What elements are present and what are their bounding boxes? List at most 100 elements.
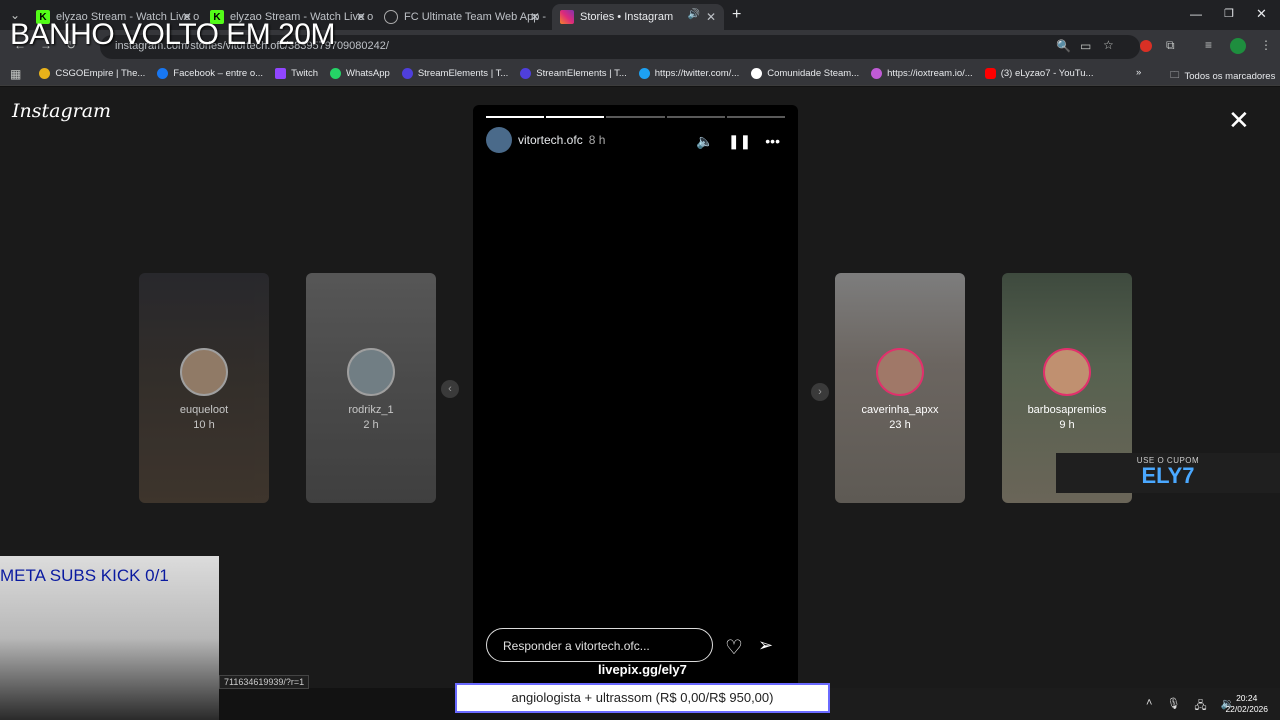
story-progress-bars <box>486 116 786 118</box>
coupon-code: ELY7 <box>1141 463 1195 488</box>
close-tab-icon[interactable]: ✕ <box>356 10 366 24</box>
folder-icon: 🗀 <box>1170 70 1180 81</box>
story-time: 23 h <box>889 419 911 431</box>
ioxtream-icon <box>871 68 883 79</box>
bookmark-item[interactable]: https://twitter.com/... <box>638 68 740 79</box>
story-time: 2 h <box>363 419 379 431</box>
all-bookmarks-folder[interactable]: 🗀 Todos os marcadores <box>1170 68 1275 84</box>
heart-icon[interactable]: ♡ <box>725 635 743 660</box>
avatar <box>1043 348 1091 396</box>
next-story-button[interactable]: › <box>811 383 829 401</box>
story-preview-rodrikz[interactable]: rodrikz_1 2 h <box>306 273 436 503</box>
story-username[interactable]: vitortech.ofc <box>518 133 583 147</box>
bookmark-label: CSGOEmpire | The... <box>55 68 146 79</box>
progress-segment <box>606 116 665 118</box>
cast-icon[interactable]: ▭ <box>1080 39 1091 53</box>
tab-title: FC Ultimate Team Web App - E <box>404 11 548 23</box>
story-username: barbosapremios <box>1027 404 1107 416</box>
bookmark-label: https://twitter.com/... <box>654 68 740 79</box>
extension-red-icon[interactable] <box>1140 40 1152 52</box>
streamelements-icon <box>401 68 413 79</box>
menu-kebab-icon[interactable]: ⋮ <box>1260 38 1272 52</box>
csgoempire-icon <box>39 68 51 79</box>
instagram-icon <box>560 10 574 24</box>
story-time: 10 h <box>193 419 215 431</box>
apps-grid-icon[interactable]: ▦ <box>10 67 21 81</box>
story-preview-caverinha[interactable]: caverinha_apxx 23 h <box>835 273 965 503</box>
new-tab-button[interactable]: + <box>732 6 741 24</box>
reading-list-icon[interactable]: ≡ <box>1205 38 1212 52</box>
clock-date: 22/02/2026 <box>1225 704 1268 714</box>
more-bookmarks-icon[interactable]: » <box>1136 67 1141 78</box>
tab-instagram-stories[interactable]: Stories • Instagram 🔊 ✕ <box>552 4 724 30</box>
bookmarks-bar: ▦ CSGOEmpire | The... Facebook – entre o… <box>0 62 1280 86</box>
close-tab-icon[interactable]: ✕ <box>530 10 540 24</box>
bookmark-label: StreamElements | T... <box>417 68 509 79</box>
bookmark-label: Facebook – entre o... <box>173 68 264 79</box>
bookmark-label: (3) eLyzao7 - YouTu... <box>1000 68 1094 79</box>
twitter-icon <box>638 68 650 79</box>
whatsapp-icon <box>330 68 341 79</box>
progress-segment <box>726 116 786 118</box>
microphone-icon[interactable]: 🎙 <box>1166 697 1180 716</box>
bookmark-label: https://ioxtream.io/... <box>887 68 973 79</box>
volume-icon[interactable]: 🔈 <box>696 133 713 150</box>
bookmark-label: WhatsApp <box>346 68 390 79</box>
bookmark-item[interactable]: CSGOEmpire | The... <box>39 68 145 79</box>
clock-time: 20:24 <box>1236 693 1258 703</box>
twitch-icon <box>275 68 287 79</box>
story-time: 8 h <box>588 133 606 147</box>
avatar[interactable] <box>486 127 512 153</box>
restore-icon[interactable]: ❐ <box>1224 7 1234 20</box>
facebook-icon <box>157 68 169 79</box>
bookmark-item[interactable]: Comunidade Steam... <box>751 68 859 79</box>
story-header: vitortech.ofc 8 h <box>486 127 605 153</box>
network-icon[interactable]: 🖧 <box>1194 697 1206 716</box>
extensions-icon[interactable]: ⧉ <box>1166 38 1175 53</box>
tab-fc-ultimate[interactable]: FC Ultimate Team Web App - E ✕ <box>376 4 548 30</box>
previous-story-button[interactable]: ‹ <box>441 380 459 398</box>
bookmark-item[interactable]: StreamElements | T... <box>520 68 627 79</box>
avatar <box>347 348 395 396</box>
all-bookmarks-label: Todos os marcadores <box>1184 70 1276 82</box>
avatar <box>180 348 228 396</box>
bookmark-item[interactable]: Twitch <box>275 68 318 79</box>
bookmark-star-icon[interactable]: ☆ <box>1103 38 1114 52</box>
speaker-icon[interactable]: 🔊 <box>688 9 700 20</box>
reply-placeholder: Responder a vitortech.ofc... <box>503 639 650 653</box>
close-tab-icon[interactable]: ✕ <box>706 10 716 24</box>
story-viewer[interactable]: vitortech.ofc 8 h 🔈 ❚❚ ••• Responder a v… <box>473 105 798 690</box>
status-url-bubble: 711634619939/?r=1 <box>219 675 310 689</box>
chevron-up-icon[interactable]: ˄ <box>1146 697 1152 716</box>
system-tray: ˄ 🎙 🖧 🔉 <box>1146 697 1234 716</box>
bookmark-item[interactable]: WhatsApp <box>330 68 390 79</box>
close-stories-icon[interactable]: ✕ <box>1228 107 1250 133</box>
instagram-logo[interactable]: Instagram <box>12 100 111 122</box>
tab-title: Stories • Instagram <box>580 11 674 23</box>
send-icon[interactable]: ➢ <box>758 635 773 656</box>
streamelements-icon <box>520 68 532 79</box>
livepix-link-label: livepix.gg/ely7 <box>598 662 687 677</box>
bookmark-label: Twitch <box>291 68 318 79</box>
bookmark-label: Comunidade Steam... <box>767 68 860 79</box>
window-close-icon[interactable]: ✕ <box>1256 6 1267 22</box>
coupon-overlay: USE O CUPOM ELY7 <box>1056 453 1280 493</box>
bookmark-item[interactable]: (3) eLyzao7 - YouTu... <box>984 68 1094 79</box>
taskbar-clock[interactable]: 20:24 22/02/2026 <box>1225 693 1268 715</box>
bookmark-item[interactable]: Facebook – entre o... <box>157 68 263 79</box>
profile-avatar[interactable] <box>1230 38 1246 54</box>
story-username: euqueloot <box>179 404 229 416</box>
story-username: caverinha_apxx <box>861 404 939 416</box>
steam-icon <box>751 68 763 79</box>
reply-input[interactable]: Responder a vitortech.ofc... <box>486 628 713 662</box>
donation-goal-bar: angiologista + ultrassom (R$ 0,00/R$ 950… <box>455 683 830 713</box>
bookmark-item[interactable]: https://ioxtream.io/... <box>871 68 973 79</box>
story-username: rodrikz_1 <box>348 404 394 416</box>
more-options-icon[interactable]: ••• <box>765 133 780 150</box>
pause-icon[interactable]: ❚❚ <box>728 133 751 150</box>
minimize-icon[interactable]: — <box>1190 7 1202 21</box>
story-preview-euqueloot[interactable]: euqueloot 10 h <box>139 273 269 503</box>
bookmark-label: StreamElements | T... <box>536 68 627 79</box>
zoom-icon[interactable]: 🔍 <box>1056 39 1071 53</box>
bookmark-item[interactable]: StreamElements | T... <box>401 68 509 79</box>
